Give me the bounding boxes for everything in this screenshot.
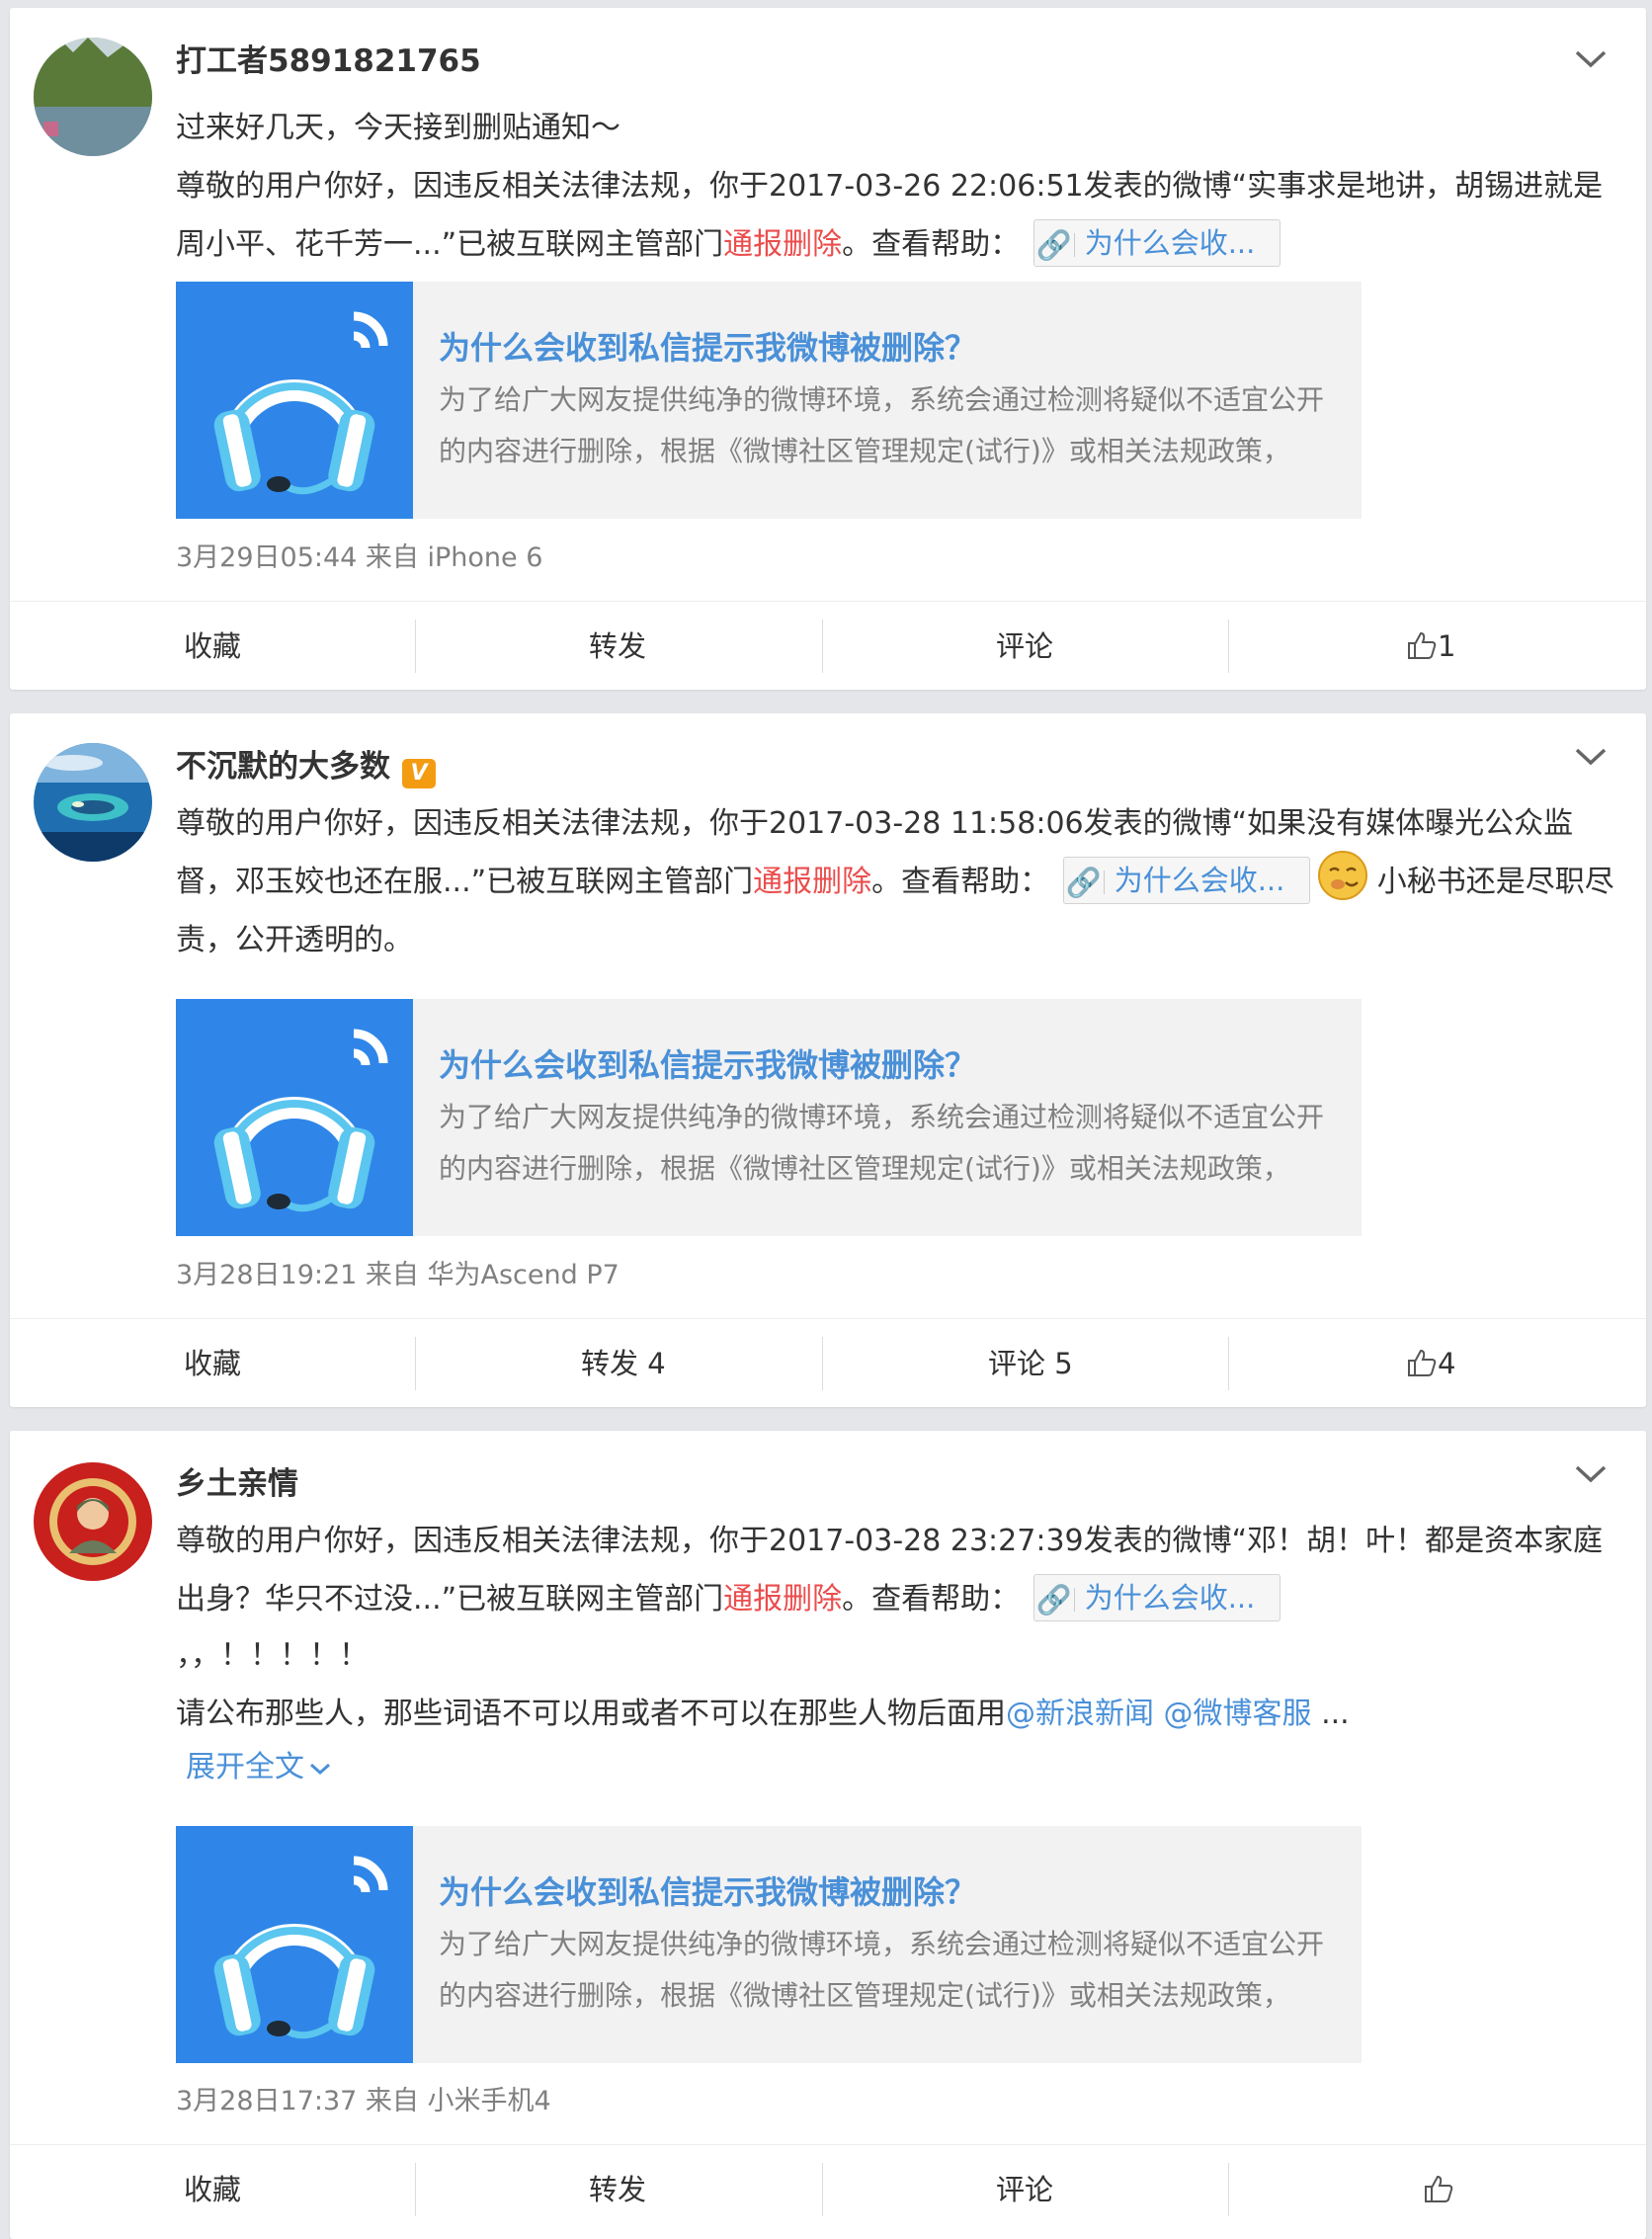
help-prompt: 。查看帮助： (842, 1582, 1021, 1617)
username-text: 不沉默的大多数 (176, 749, 390, 785)
action-bar: 收藏 转发 评论 (10, 2144, 1646, 2234)
deletion-status: 通报删除 (753, 865, 872, 899)
repost-button[interactable]: 转发 (589, 2145, 646, 2234)
divider (1073, 232, 1075, 257)
headphones-icon (176, 999, 413, 1236)
preview-title: 为什么会收到私信提示我微博被删除？ (439, 1873, 977, 1911)
avatar[interactable] (34, 743, 152, 862)
ellipsis: ... (1321, 1697, 1350, 1731)
help-link-button[interactable]: 🔗 为什么会收... (1032, 218, 1280, 267)
thumbs-up-icon (1425, 2175, 1453, 2202)
repost-button[interactable]: 转发 (589, 602, 646, 691)
post-text: 过来好几天，今天接到删贴通知～ 尊敬的用户你好，因违反相关法律法规，你于2017… (176, 99, 1618, 274)
post-exclamation-line: ，，！！！！！ (176, 1638, 369, 1673)
action-bar: 收藏 转发 评论 1 (10, 601, 1646, 691)
help-prompt: 。查看帮助： (871, 865, 1050, 899)
deletion-status: 通报删除 (723, 1582, 843, 1617)
favorite-button[interactable]: 收藏 (184, 1319, 241, 1408)
post-meta[interactable]: 3月28日17:37 来自 小米手机4 (176, 2079, 551, 2117)
like-button[interactable]: 4 (1406, 1319, 1455, 1408)
mention-link[interactable]: @微博客服 (1164, 1697, 1312, 1731)
link-icon: 🔗 (1035, 1582, 1072, 1617)
link-preview-card[interactable]: 为什么会收到私信提示我微博被删除？ 为了给广大网友提供纯净的微博环境，系统会通过… (176, 282, 1362, 519)
headphones-icon (176, 1826, 413, 2063)
divider (822, 620, 823, 673)
mention-link[interactable]: @新浪新闻 (1006, 1697, 1154, 1731)
avatar[interactable] (34, 38, 152, 156)
request-text: 请公布那些人，那些词语不可以用或者不可以在那些人物后面用 (176, 1697, 1006, 1731)
preview-description: 为了给广大网友提供纯净的微博环境，系统会通过检测将疑似不适宜公开的内容进行删除，… (439, 1101, 1325, 1185)
like-button[interactable]: 1 (1406, 602, 1455, 691)
post-intro: 过来好几天，今天接到删贴通知～ (176, 111, 620, 145)
smirk-emoji-icon (1317, 850, 1367, 900)
link-preview-card[interactable]: 为什么会收到私信提示我微博被删除？ 为了给广大网友提供纯净的微博环境，系统会通过… (176, 1826, 1362, 2063)
chevron-down-icon (310, 1763, 330, 1776)
link-icon: 🔗 (1065, 865, 1102, 899)
divider (415, 1337, 416, 1390)
help-link-label: 为什么会收... (1114, 863, 1285, 897)
preview-description: 为了给广大网友提供纯净的微博环境，系统会通过检测将疑似不适宜公开的内容进行删除，… (439, 1928, 1325, 2012)
post-text: 尊敬的用户你好，因违反相关法律法规，你于2017-03-28 11:58:06发… (176, 794, 1618, 969)
chevron-down-icon[interactable] (1573, 47, 1609, 71)
comment-button[interactable]: 评论 (996, 602, 1053, 691)
post-request-line: 请公布那些人，那些词语不可以用或者不可以在那些人物后面用@新浪新闻 @微博客服 … (176, 1685, 1618, 1743)
like-count: 4 (1438, 1347, 1456, 1380)
deletion-notice: 尊敬的用户你好，因违反相关法律法规，你于2017-03-26 22:06:51发… (176, 157, 1618, 274)
username[interactable]: 不沉默的大多数 V (176, 747, 436, 788)
expand-label: 展开全文 (186, 1750, 304, 1784)
divider (822, 1337, 823, 1390)
divider (1073, 1587, 1075, 1612)
like-count: 1 (1438, 629, 1456, 663)
help-prompt: 。查看帮助： (842, 227, 1021, 262)
repost-button[interactable]: 转发 4 (581, 1319, 666, 1408)
link-icon: 🔗 (1035, 227, 1072, 262)
help-link-label: 为什么会收... (1084, 225, 1256, 260)
thumbs-up-icon (1408, 631, 1437, 659)
expand-full-text-link[interactable]: 展开全文 (176, 1743, 1618, 1792)
divider (415, 620, 416, 673)
help-link-button[interactable]: 🔗 为什么会收... (1062, 856, 1310, 904)
verified-badge: V (402, 759, 436, 788)
divider (1103, 870, 1105, 894)
thumbs-up-icon (1408, 1349, 1437, 1376)
weibo-post-card: 不沉默的大多数 V 尊敬的用户你好，因违反相关法律法规，你于2017-03-28 … (10, 713, 1646, 1407)
deletion-status: 通报删除 (723, 227, 843, 262)
action-bar: 收藏 转发 4 评论 5 4 (10, 1318, 1646, 1408)
favorite-button[interactable]: 收藏 (184, 602, 241, 691)
like-button[interactable] (1423, 2145, 1454, 2234)
username[interactable]: 乡土亲情 (176, 1464, 298, 1504)
headphones-icon (176, 282, 413, 519)
preview-title: 为什么会收到私信提示我微博被删除？ (439, 329, 977, 367)
help-link-label: 为什么会收... (1084, 1580, 1256, 1615)
post-meta[interactable]: 3月29日05:44 来自 iPhone 6 (176, 536, 542, 574)
divider (1228, 620, 1229, 673)
comment-button[interactable]: 评论 (996, 2145, 1053, 2234)
preview-title: 为什么会收到私信提示我微博被删除？ (439, 1046, 977, 1084)
help-link-button[interactable]: 🔗 为什么会收... (1032, 1573, 1280, 1621)
post-meta[interactable]: 3月28日19:21 来自 华为Ascend P7 (176, 1253, 620, 1291)
avatar[interactable] (34, 1462, 152, 1581)
link-preview-card[interactable]: 为什么会收到私信提示我微博被删除？ 为了给广大网友提供纯净的微博环境，系统会通过… (176, 999, 1362, 1236)
weibo-post-card: 打工者5891821765 过来好几天，今天接到删贴通知～ 尊敬的用户你好，因违… (10, 8, 1646, 690)
username[interactable]: 打工者5891821765 (176, 41, 481, 81)
preview-description: 为了给广大网友提供纯净的微博环境，系统会通过检测将疑似不适宜公开的内容进行删除，… (439, 383, 1325, 467)
divider (415, 2163, 416, 2216)
chevron-down-icon[interactable] (1573, 745, 1609, 769)
weibo-post-card: 乡土亲情 尊敬的用户你好，因违反相关法律法规，你于2017-03-28 23:2… (10, 1431, 1646, 2239)
divider (1228, 2163, 1229, 2216)
deletion-notice: 尊敬的用户你好，因违反相关法律法规，你于2017-03-28 23:27:39发… (176, 1512, 1618, 1628)
divider (1228, 1337, 1229, 1390)
post-text: 尊敬的用户你好，因违反相关法律法规，你于2017-03-28 23:27:39发… (176, 1512, 1618, 1792)
favorite-button[interactable]: 收藏 (184, 2145, 241, 2234)
chevron-down-icon[interactable] (1573, 1462, 1609, 1486)
divider (822, 2163, 823, 2216)
comment-button[interactable]: 评论 5 (988, 1319, 1073, 1408)
